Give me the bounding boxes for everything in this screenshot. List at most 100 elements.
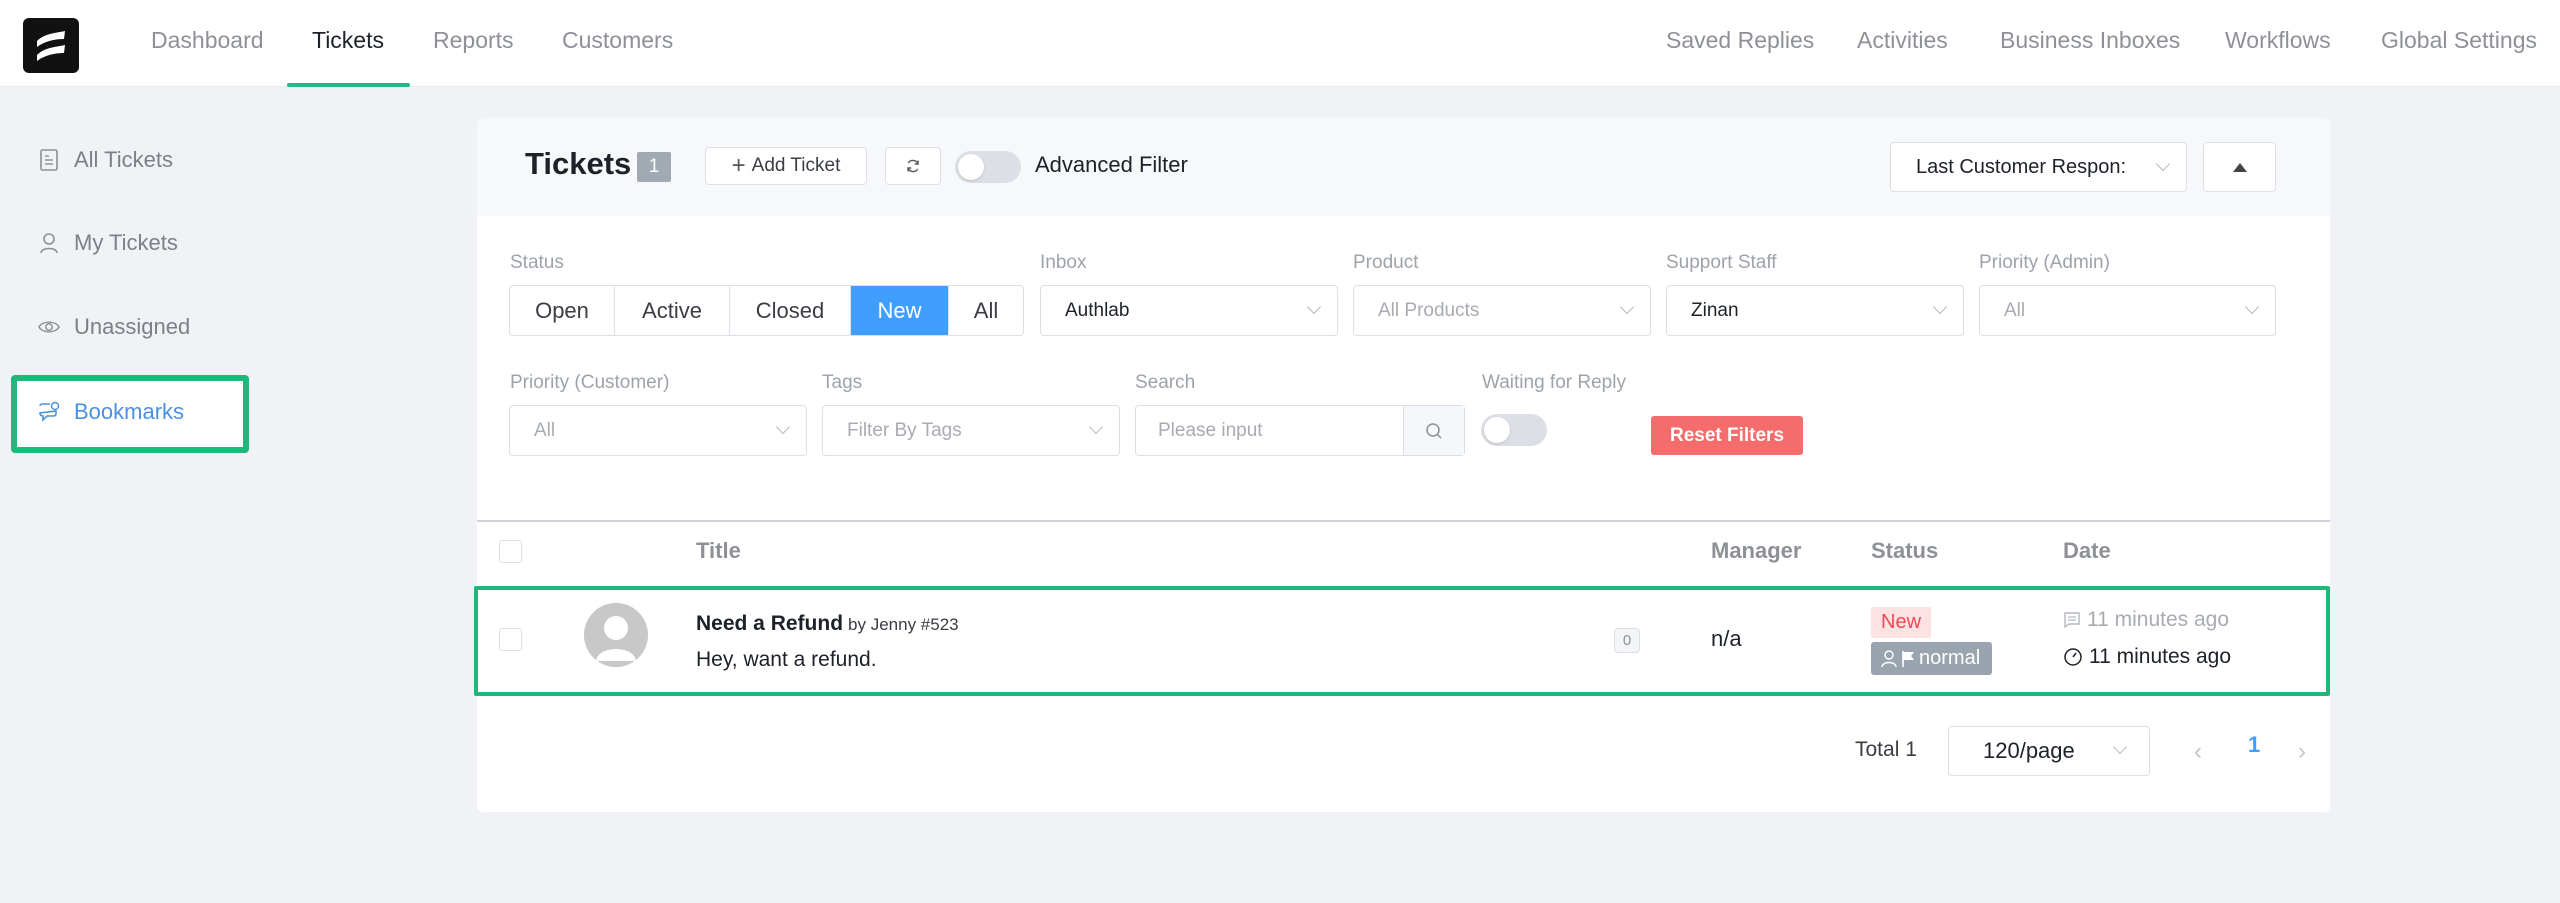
sort-direction-button[interactable] <box>2203 142 2276 192</box>
sort-by-value: Last Customer Respon: <box>1916 156 2127 178</box>
created-text: 11 minutes ago <box>2089 645 2232 668</box>
product-filter-label: Product <box>1353 252 1419 273</box>
user-avatar-icon <box>584 603 648 667</box>
user-icon <box>1881 649 1897 667</box>
reset-filters-button[interactable]: Reset Filters <box>1651 416 1803 455</box>
table-row[interactable] <box>474 586 2330 696</box>
top-navigation: Dashboard Tickets Reports Customers Save… <box>0 0 2560 87</box>
select-all-checkbox[interactable] <box>499 540 522 563</box>
sort-by-select[interactable]: Last Customer Respon: <box>1890 142 2187 192</box>
search-input[interactable] <box>1136 406 1403 455</box>
ticket-excerpt: Hey, want a refund. <box>696 648 877 671</box>
add-ticket-label: Add Ticket <box>751 155 841 176</box>
status-badge: New <box>1871 607 1932 638</box>
sidebar-item-all-tickets[interactable]: All Tickets <box>38 140 173 180</box>
inbox-value: Authlab <box>1065 300 1130 321</box>
app-logo[interactable] <box>23 18 79 73</box>
sidebar-item-my-tickets[interactable]: My Tickets <box>38 223 178 263</box>
nav-global-settings[interactable]: Global Settings <box>2381 0 2537 87</box>
waiting-for-reply-toggle[interactable] <box>1481 414 1547 446</box>
tags-placeholder: Filter By Tags <box>847 420 962 441</box>
column-manager: Manager <box>1711 538 1802 563</box>
status-filter-label: Status <box>510 252 564 273</box>
pagination-total: Total 1 <box>1855 738 1917 761</box>
user-icon <box>38 232 60 254</box>
status-open[interactable]: Open <box>510 286 615 335</box>
inbox-select[interactable]: Authlab <box>1040 285 1338 336</box>
column-title[interactable]: Title <box>696 538 741 564</box>
ticket-author: by Jenny #523 <box>848 615 959 634</box>
support-staff-filter-label: Support Staff <box>1666 252 1777 273</box>
priority-customer-filter-label: Priority (Customer) <box>510 372 670 393</box>
logo-icon <box>37 30 65 61</box>
support-staff-select[interactable]: Zinan <box>1666 285 1964 336</box>
chat-bookmark-icon <box>38 401 60 423</box>
chevron-down-icon <box>2112 739 2128 755</box>
chevron-down-icon <box>2244 299 2260 315</box>
caret-up-icon <box>2232 162 2247 172</box>
nav-workflows[interactable]: Workflows <box>2225 0 2331 87</box>
page-1[interactable]: 1 <box>2248 732 2260 758</box>
clock-icon <box>2064 648 2082 666</box>
tags-filter-label: Tags <box>822 372 863 393</box>
inbox-filter-label: Inbox <box>1040 252 1087 273</box>
nav-business-inboxes[interactable]: Business Inboxes <box>2000 0 2180 87</box>
ticket-title: Need a Refund <box>696 612 844 635</box>
page-size-select[interactable]: 120/page <box>1948 726 2150 776</box>
nav-activities[interactable]: Activities <box>1857 0 1948 87</box>
nav-reports[interactable]: Reports <box>433 0 514 87</box>
product-select[interactable]: All Products <box>1353 285 1651 336</box>
refresh-icon <box>907 159 919 173</box>
toggle-knob <box>958 154 984 180</box>
priority-admin-placeholder: All <box>2004 300 2026 321</box>
created-date: 11 minutes ago <box>2063 645 2231 669</box>
column-status: Status <box>1871 538 1939 563</box>
status-new[interactable]: New <box>851 286 949 335</box>
sidebar-item-unassigned[interactable]: Unassigned <box>38 307 190 347</box>
document-icon <box>38 149 60 171</box>
next-page-icon[interactable]: › <box>2298 738 2306 766</box>
product-placeholder: All Products <box>1378 300 1480 321</box>
priority-customer-select[interactable]: All <box>509 405 807 456</box>
chevron-down-icon <box>1619 299 1635 315</box>
table-divider <box>477 520 2330 522</box>
support-staff-value: Zinan <box>1691 300 1739 321</box>
tags-select[interactable]: Filter By Tags <box>822 405 1120 456</box>
search-icon <box>1426 422 1442 439</box>
refresh-button[interactable] <box>885 147 941 185</box>
row-checkbox[interactable] <box>499 628 522 651</box>
nav-saved-replies[interactable]: Saved Replies <box>1666 0 1814 87</box>
avatar <box>584 603 648 667</box>
waiting-for-reply-label: Waiting for Reply <box>1482 372 1626 393</box>
plus-icon: + <box>731 152 746 179</box>
nav-customers[interactable]: Customers <box>562 0 673 87</box>
search-field <box>1135 405 1465 456</box>
priority-customer-placeholder: All <box>534 420 556 441</box>
chevron-down-icon <box>1088 419 1104 435</box>
priority-admin-filter-label: Priority (Admin) <box>1979 252 2110 273</box>
add-ticket-button[interactable]: + Add Ticket <box>705 147 867 185</box>
advanced-filter-toggle[interactable] <box>955 151 1021 183</box>
page-title: Tickets <box>525 146 632 181</box>
status-all[interactable]: All <box>949 286 1023 335</box>
priority-admin-select[interactable]: All <box>1979 285 2276 336</box>
chevron-down-icon <box>2155 156 2171 172</box>
sidebar-item-label: My Tickets <box>74 230 178 255</box>
ticket-manager: n/a <box>1711 626 1742 651</box>
ticket-title-link[interactable]: Need a Refund by Jenny #523 <box>696 612 959 636</box>
last-response-date: 11 minutes ago <box>2063 608 2229 632</box>
nav-tickets[interactable]: Tickets <box>312 0 384 87</box>
response-count-badge: 0 <box>1614 628 1640 653</box>
sidebar-item-bookmarks[interactable]: Bookmarks <box>38 392 184 432</box>
priority-badge: normal <box>1871 642 1993 675</box>
search-button[interactable] <box>1403 406 1464 455</box>
nav-dashboard[interactable]: Dashboard <box>151 0 264 87</box>
status-active[interactable]: Active <box>615 286 730 335</box>
active-tab-indicator <box>287 83 410 87</box>
sidebar-item-label: All Tickets <box>74 147 174 172</box>
status-closed[interactable]: Closed <box>730 286 851 335</box>
column-date[interactable]: Date <box>2063 538 2111 564</box>
eye-icon <box>38 316 60 338</box>
prev-page-icon[interactable]: ‹ <box>2194 738 2202 766</box>
advanced-filter-label: Advanced Filter <box>1035 152 1188 177</box>
